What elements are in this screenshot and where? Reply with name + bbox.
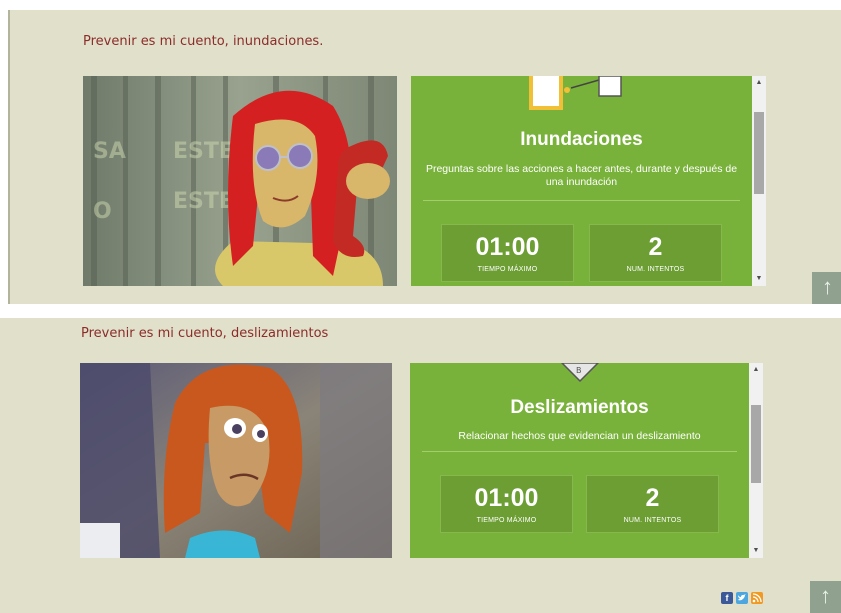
quiz-scrollbar[interactable]: ▲ ▼: [749, 363, 763, 558]
twitter-icon[interactable]: [736, 592, 748, 604]
divider: [422, 451, 737, 452]
quiz-description: Preguntas sobre las acciones a hacer ant…: [425, 163, 738, 188]
max-time-value: 01:00: [474, 484, 539, 512]
video-frame-image: [80, 363, 392, 558]
max-time-box: 01:00 TIEMPO MÁXIMO: [441, 224, 574, 282]
scroll-down-arrow-icon[interactable]: ▼: [749, 544, 763, 558]
arrow-up-icon: ↑: [820, 583, 831, 608]
max-time-value: 01:00: [475, 233, 540, 261]
attempts-box: 2 NUM. INTENTOS: [589, 224, 722, 282]
video-section-deslizamientos: Prevenir es mi cuento, deslizamientos B …: [0, 318, 841, 613]
svg-text:ESTE: ESTE: [173, 189, 234, 214]
scrollbar-thumb[interactable]: [751, 405, 761, 483]
facebook-icon[interactable]: f: [721, 592, 733, 604]
svg-text:B: B: [576, 366, 582, 375]
scroll-to-top-button[interactable]: ↑: [812, 272, 841, 304]
attempts-value: 2: [645, 484, 660, 512]
video-frame-image: SA ESTE O ESTE: [83, 76, 397, 286]
arrow-up-icon: ↑: [822, 274, 833, 299]
scrollbar-thumb[interactable]: [754, 112, 764, 194]
attempts-box: 2 NUM. INTENTOS: [586, 475, 719, 533]
rss-icon[interactable]: [751, 592, 763, 604]
quiz-description: Relacionar hechos que evidencian un desl…: [458, 430, 701, 442]
svg-text:ESTE: ESTE: [173, 139, 234, 164]
quiz-illustration-icon: B: [560, 363, 600, 383]
attempts-value: 2: [648, 233, 663, 261]
max-time-label: TIEMPO MÁXIMO: [476, 517, 537, 524]
section-title: Prevenir es mi cuento, deslizamientos: [81, 326, 329, 341]
video-section-inundaciones: Prevenir es mi cuento, inundaciones. SA …: [8, 10, 841, 304]
quiz-card: Inundaciones Preguntas sobre las accione…: [411, 76, 766, 286]
quiz-heading: Deslizamientos: [510, 397, 649, 418]
quiz-illustration-icon: [529, 76, 622, 110]
section-title: Prevenir es mi cuento, inundaciones.: [83, 34, 324, 49]
scroll-up-arrow-icon[interactable]: ▲: [752, 76, 766, 90]
attempts-label: NUM. INTENTOS: [623, 517, 682, 524]
max-time-label: TIEMPO MÁXIMO: [477, 266, 538, 273]
max-time-box: 01:00 TIEMPO MÁXIMO: [440, 475, 573, 533]
scroll-up-arrow-icon[interactable]: ▲: [749, 363, 763, 377]
scroll-to-top-button[interactable]: ↑: [810, 581, 841, 613]
svg-text:O: O: [93, 199, 112, 224]
video-player[interactable]: SA ESTE O ESTE: [83, 76, 397, 286]
quiz-scrollbar[interactable]: ▲ ▼: [752, 76, 766, 286]
quiz-card: B Deslizamientos Relacionar hechos que e…: [410, 363, 763, 558]
attempts-label: NUM. INTENTOS: [626, 266, 685, 273]
scroll-down-arrow-icon[interactable]: ▼: [752, 272, 766, 286]
quiz-heading: Inundaciones: [520, 129, 643, 150]
video-player[interactable]: [80, 363, 392, 558]
svg-text:SA: SA: [93, 139, 126, 164]
divider: [423, 200, 740, 201]
